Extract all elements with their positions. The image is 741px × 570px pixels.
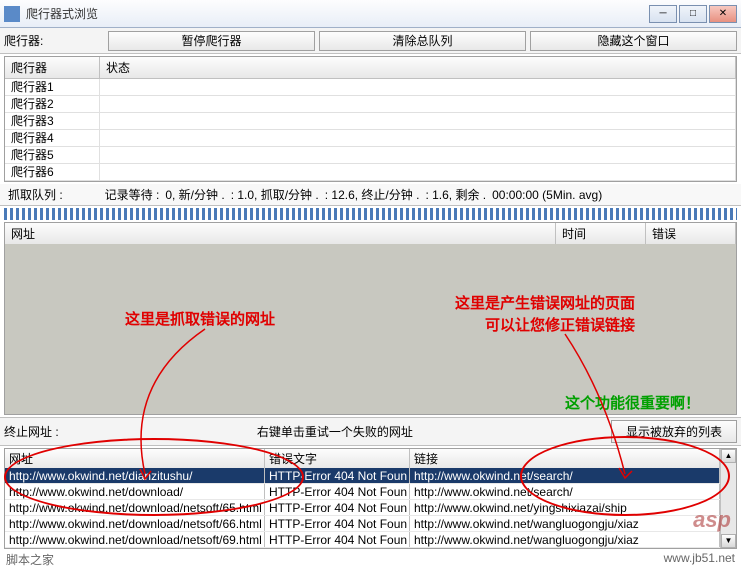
col-crawler[interactable]: 爬行器 [5, 57, 100, 78]
crawler-row[interactable]: 爬行器5 [5, 147, 736, 164]
error-row[interactable]: http://www.okwind.net/dianzitushu/HTTP-E… [5, 468, 720, 484]
error-row[interactable]: http://www.okwind.net/download/netsoft/6… [5, 532, 720, 548]
crawler-label: 爬行器: [4, 32, 104, 49]
time-value: 00:00:00 (5Min. avg) [492, 188, 602, 202]
error-grid: 网址 错误文字 链接 http://www.okwind.net/dianzit… [4, 448, 737, 549]
crawler-row[interactable]: 爬行器6 [5, 164, 736, 181]
footer: 脚本之家 www.jb51.net [0, 549, 741, 570]
annotation-important: 这个功能很重要啊！ [565, 392, 700, 413]
annotation-right-2: 可以让您修正错误链接 [485, 314, 635, 335]
scroll-down-icon[interactable]: ▼ [721, 534, 736, 548]
crawler-grid: 爬行器 状态 爬行器1爬行器2爬行器3爬行器4爬行器5爬行器6 [4, 56, 737, 182]
window-title: 爬行器式浏览 [26, 5, 649, 22]
error-row[interactable]: http://www.okwind.net/download/netsoft/6… [5, 516, 720, 532]
col-url2[interactable]: 网址 [5, 449, 265, 468]
url-grid-body[interactable]: 这里是抓取错误的网址 这里是产生错误网址的页面 可以让您修正错误链接 这个功能很… [5, 244, 736, 414]
show-abandoned-button[interactable]: 显示被放弃的列表 [611, 420, 737, 443]
crawler-row[interactable]: 爬行器2 [5, 96, 736, 113]
top-toolbar: 爬行器: 暂停爬行器 清除总队列 隐藏这个窗口 [0, 28, 741, 54]
col-errtext[interactable]: 错误文字 [265, 449, 410, 468]
pause-crawler-button[interactable]: 暂停爬行器 [108, 31, 315, 51]
rate1: : 1.0, 抓取/分钟 . [231, 186, 319, 203]
annotation-right-1: 这里是产生错误网址的页面 [455, 292, 635, 313]
col-error[interactable]: 错误 [646, 223, 736, 244]
wait-label: 记录等待 : [105, 186, 160, 203]
col-time[interactable]: 时间 [556, 223, 646, 244]
close-button[interactable]: ✕ [709, 5, 737, 23]
end-url-label: 终止网址 : [4, 423, 59, 440]
window-titlebar: 爬行器式浏览 ─ □ ✕ [0, 0, 741, 28]
hide-window-button[interactable]: 隐藏这个窗口 [530, 31, 737, 51]
maximize-button[interactable]: □ [679, 5, 707, 23]
scrollbar[interactable]: ▲ ▼ [720, 449, 736, 548]
app-icon [4, 6, 20, 22]
crawler-row[interactable]: 爬行器3 [5, 113, 736, 130]
rate2: : 12.6, 终止/分钟 . [325, 186, 420, 203]
scroll-up-icon[interactable]: ▲ [721, 449, 736, 463]
col-status[interactable]: 状态 [100, 57, 736, 78]
crawler-row[interactable]: 爬行器4 [5, 130, 736, 147]
retry-hint: 右键单击重试一个失败的网址 [65, 423, 605, 440]
rate3: : 1.6, 剩余 . [425, 186, 486, 203]
error-row[interactable]: http://www.okwind.net/download/HTTP-Erro… [5, 484, 720, 500]
annotation-left: 这里是抓取错误的网址 [125, 308, 275, 329]
divider-hatch [4, 208, 737, 220]
clear-queue-button[interactable]: 清除总队列 [319, 31, 526, 51]
minimize-button[interactable]: ─ [649, 5, 677, 23]
wait-value: 0, 新/分钟 . [165, 186, 224, 203]
footer-right: www.jb51.net [664, 551, 735, 568]
footer-left: 脚本之家 [6, 551, 54, 568]
url-grid: 网址 时间 错误 这里是抓取错误的网址 这里是产生错误网址的页面 可以让您修正错… [4, 222, 737, 415]
end-row: 终止网址 : 右键单击重试一个失败的网址 显示被放弃的列表 [0, 417, 741, 446]
queue-label: 抓取队列 : [8, 186, 63, 203]
status-bar: 抓取队列 : 记录等待 : 0, 新/分钟 . : 1.0, 抓取/分钟 . :… [0, 184, 741, 206]
col-link[interactable]: 链接 [410, 449, 720, 468]
error-row[interactable]: http://www.okwind.net/download/netsoft/6… [5, 500, 720, 516]
col-url[interactable]: 网址 [5, 223, 556, 244]
crawler-row[interactable]: 爬行器1 [5, 79, 736, 96]
